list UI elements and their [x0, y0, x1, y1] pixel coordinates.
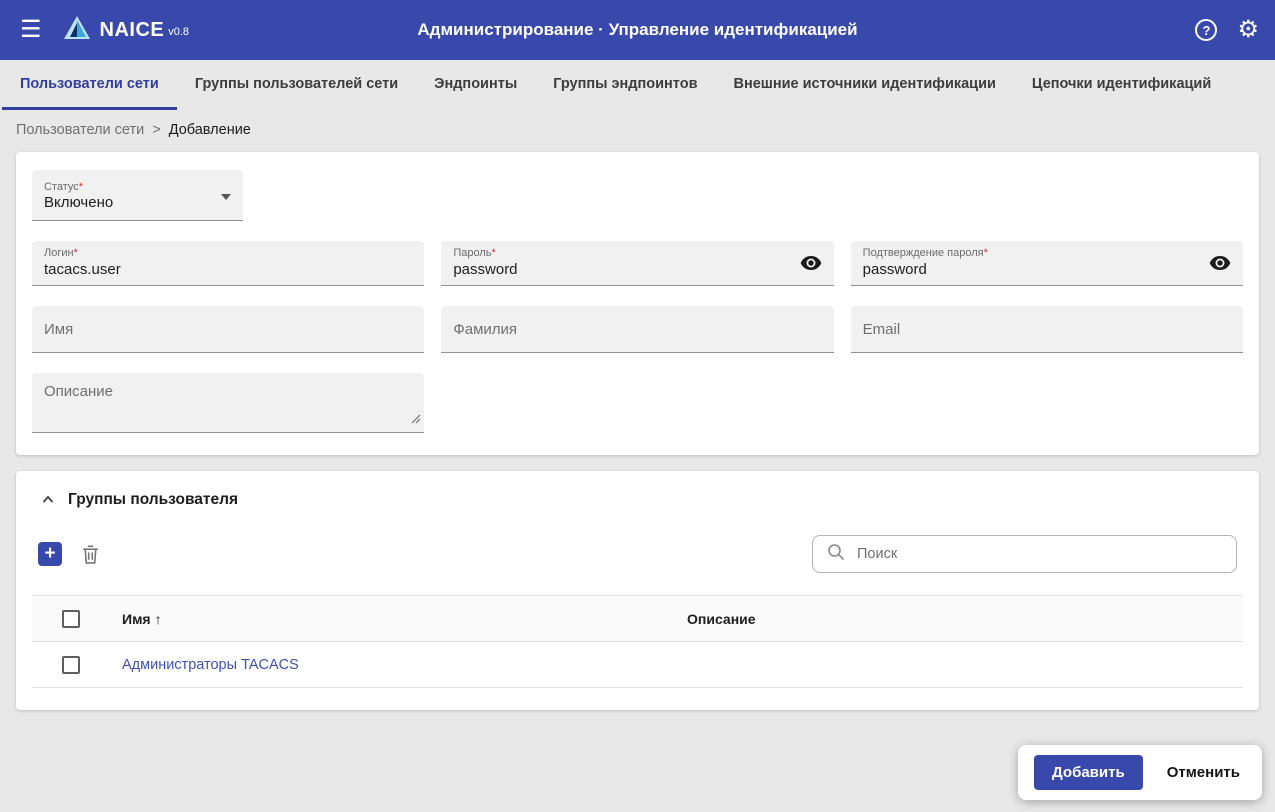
trash-icon [82, 544, 99, 567]
password-confirm-field: Подтверждение пароля* [850, 241, 1243, 286]
tab-network-users[interactable]: Пользователи сети [2, 60, 177, 110]
column-name-label: Имя [122, 610, 151, 627]
column-header-name[interactable]: Имя ↑ [122, 595, 687, 642]
login-label: Логин* [32, 241, 424, 259]
eye-icon[interactable] [796, 252, 826, 275]
login-label-text: Логин [44, 247, 74, 259]
tab-identity-chains[interactable]: Цепочки идентификаций [1014, 60, 1229, 110]
status-value: Включено [44, 194, 114, 211]
gear-icon[interactable]: ⚙ [1237, 18, 1259, 42]
password-confirm-label-text: Подтверждение пароля [862, 247, 984, 259]
email-field [850, 306, 1243, 353]
page-title: Администрирование · Управление идентифик… [417, 20, 858, 39]
row-checkbox-cell [32, 641, 122, 688]
app-logo: NAICE v0.8 [62, 15, 190, 46]
groups-toolbar: + [32, 535, 1243, 573]
search-icon [827, 543, 845, 566]
first-name-input[interactable] [32, 320, 425, 338]
status-label-text: Статус [44, 181, 79, 193]
tab-endpoints[interactable]: Эндпоинты [416, 60, 535, 110]
required-marker: * [73, 247, 78, 259]
email-input[interactable] [850, 320, 1243, 338]
tab-network-user-groups[interactable]: Группы пользователей сети [177, 60, 416, 110]
status-select[interactable]: Статус* Включено [32, 170, 243, 221]
row-name-cell: Администраторы TACACS [122, 641, 687, 688]
delete-group-button[interactable] [80, 543, 101, 566]
group-link[interactable]: Администраторы TACACS [122, 657, 299, 673]
top-app-bar: ☰ NAICE v0.8 Администрирование · Управле… [0, 0, 1275, 60]
menu-icon[interactable]: ☰ [16, 14, 46, 46]
password-confirm-input[interactable] [850, 259, 1243, 285]
password-label: Пароль* [441, 241, 833, 259]
row-description-cell [687, 641, 1243, 688]
password-confirm-label: Подтверждение пароля* [851, 241, 1243, 259]
tab-endpoint-groups[interactable]: Группы эндпоинтов [535, 60, 715, 110]
add-group-button[interactable]: + [38, 542, 62, 566]
last-name-field [441, 306, 834, 353]
form-action-bar: Добавить Отменить [1018, 745, 1262, 800]
groups-section-header[interactable]: Группы пользователя [32, 489, 1243, 509]
table-row: Администраторы TACACS [32, 641, 1243, 688]
eye-icon[interactable] [1205, 252, 1235, 275]
groups-section-title: Группы пользователя [68, 491, 239, 508]
main-content: Статус* Включено Логин* Пароль* [0, 152, 1275, 710]
description-field [32, 373, 425, 433]
groups-table: Имя ↑ Описание Администраторы TACACS [32, 595, 1243, 688]
resize-handle-icon[interactable] [411, 411, 421, 429]
breadcrumb-separator: > [152, 122, 161, 138]
select-all-checkbox[interactable] [62, 609, 80, 628]
help-icon[interactable]: ? [1195, 19, 1218, 41]
user-form-card: Статус* Включено Логин* Пароль* [16, 152, 1259, 455]
add-button[interactable]: Добавить [1034, 755, 1143, 790]
logo-icon [62, 15, 92, 46]
password-label-text: Пароль [453, 247, 492, 259]
password-input[interactable] [441, 259, 834, 285]
breadcrumb-current: Добавление [168, 122, 251, 138]
group-search-box [812, 535, 1237, 573]
section-tabs: Пользователи сети Группы пользователей с… [0, 60, 1275, 110]
column-description-label: Описание [687, 610, 756, 627]
sort-ascending-icon: ↑ [154, 610, 162, 627]
group-search-input[interactable] [857, 546, 1222, 562]
add-icon: + [44, 543, 56, 564]
table-header-row: Имя ↑ Описание [32, 595, 1243, 642]
topbar-actions: ? ⚙ [1195, 18, 1259, 42]
status-label: Статус* [32, 175, 243, 193]
description-input[interactable] [32, 373, 425, 432]
required-marker: * [491, 247, 496, 259]
login-input[interactable] [32, 259, 425, 285]
required-marker: * [78, 181, 84, 193]
breadcrumb-parent[interactable]: Пользователи сети [16, 122, 144, 138]
password-field: Пароль* [441, 241, 834, 286]
cancel-button[interactable]: Отменить [1161, 756, 1246, 789]
last-name-input[interactable] [441, 320, 834, 338]
row-checkbox[interactable] [62, 655, 80, 674]
column-header-description[interactable]: Описание [687, 595, 1243, 642]
user-groups-card: Группы пользователя + Поиск Имя ↑ Описан… [16, 471, 1259, 710]
chevron-up-icon [42, 491, 54, 509]
chevron-down-icon [221, 194, 231, 200]
breadcrumb: Пользователи сети > Добавление [0, 110, 1275, 152]
app-version: v0.8 [168, 26, 190, 38]
header-checkbox-cell [32, 595, 122, 642]
required-marker: * [983, 247, 988, 259]
tab-external-identity-sources[interactable]: Внешние источники идентификации [715, 60, 1013, 110]
app-name: NAICE [99, 18, 165, 41]
first-name-field [32, 306, 425, 353]
login-field: Логин* [32, 241, 425, 286]
